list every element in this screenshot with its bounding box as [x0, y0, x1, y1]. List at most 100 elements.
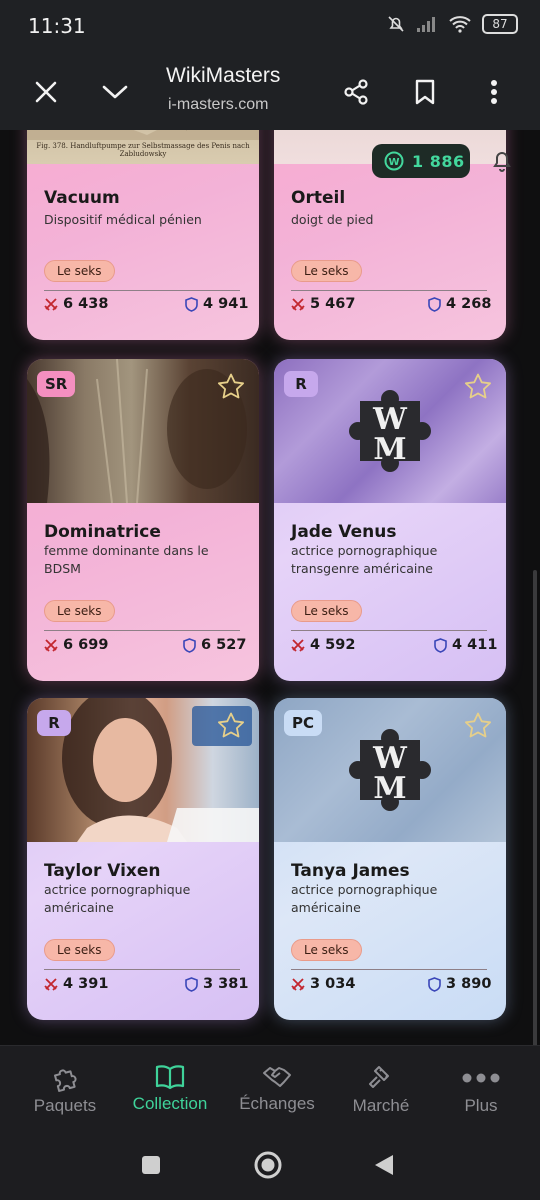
star-icon — [465, 712, 491, 738]
defense-stat: 4 411 — [434, 637, 497, 653]
shield-icon — [183, 637, 196, 653]
shield-icon — [434, 637, 447, 653]
card-divider — [44, 630, 240, 631]
defense-value: 4 411 — [452, 637, 498, 653]
shield-icon — [185, 976, 198, 992]
favorite-button[interactable] — [464, 373, 492, 405]
favorite-button[interactable] — [464, 712, 492, 744]
category-tag[interactable]: Le seks — [44, 939, 115, 961]
defense-value: 4 941 — [203, 296, 249, 312]
card-divider — [291, 969, 487, 970]
nav-item-paquets[interactable]: Paquets — [26, 1046, 104, 1134]
muted-bell-icon — [388, 16, 404, 32]
category-tag[interactable]: Le seks — [291, 260, 362, 282]
book-icon — [155, 1065, 185, 1090]
swords-icon — [44, 298, 58, 311]
card-divider — [44, 290, 240, 291]
favorite-button[interactable] — [217, 373, 245, 405]
attack-stat: 6 438 — [44, 296, 108, 312]
home-icon[interactable] — [254, 1151, 282, 1179]
card-description: actrice pornographique transgenre améric… — [291, 543, 438, 576]
rarity-badge: SR — [37, 371, 76, 397]
back-icon[interactable] — [373, 1153, 395, 1177]
nav-item-plus[interactable]: Plus — [450, 1046, 512, 1134]
attack-value: 4 391 — [63, 976, 109, 992]
swords-icon — [44, 639, 58, 652]
defense-value: 3 381 — [203, 976, 249, 992]
nav-item-collection[interactable]: Collection — [124, 1046, 216, 1134]
collection-card[interactable]: W M R Jade Venus actrice pornographique … — [274, 359, 506, 681]
nav-label: Paquets — [33, 1096, 97, 1115]
card-description: actrice pornographique américaine — [44, 882, 191, 915]
category-tag[interactable]: Le seks — [291, 939, 362, 961]
attack-value: 4 592 — [310, 637, 356, 653]
swords-icon — [44, 978, 58, 991]
bottom-navigation: Paquets Collection Échanges Marché Plus — [0, 1045, 540, 1133]
close-button[interactable] — [24, 70, 68, 114]
status-time: 11:31 — [28, 14, 86, 38]
star-icon — [465, 373, 491, 399]
rarity-badge: R — [37, 710, 71, 736]
category-tag[interactable]: Le seks — [44, 600, 115, 622]
category-tag[interactable]: Le seks — [44, 260, 115, 282]
star-icon — [218, 373, 244, 399]
collection-card[interactable]: R Taylor Vixen actrice pornographique am… — [27, 698, 259, 1020]
bookmark-icon — [415, 79, 435, 105]
attack-value: 6 438 — [63, 296, 109, 312]
category-tag[interactable]: Le seks — [291, 600, 362, 622]
notifications-button[interactable] — [490, 148, 514, 179]
share-icon — [344, 79, 368, 105]
defense-value: 3 890 — [446, 976, 492, 992]
swords-icon — [291, 639, 305, 652]
wallet-balance[interactable]: W 1 886 — [372, 144, 470, 178]
close-icon — [35, 81, 57, 103]
card-name: Vacuum — [44, 188, 120, 208]
card-description: Dispositif médical pénien — [44, 212, 202, 227]
scrollbar[interactable] — [533, 570, 537, 1045]
nav-item-marche[interactable]: Marché — [344, 1046, 418, 1134]
card-name: Orteil — [291, 188, 346, 208]
card-divider — [291, 290, 487, 291]
favorite-button[interactable] — [217, 712, 245, 744]
attack-stat: 4 391 — [44, 976, 108, 992]
bookmark-button[interactable] — [403, 70, 447, 114]
card-collection-view[interactable]: Fig. 378. Handluftpumpe zur Selbstmassag… — [0, 130, 540, 1045]
more-vertical-icon — [491, 80, 497, 104]
svg-text:W: W — [388, 157, 399, 168]
browser-toolbar: WikiMasters i-masters.com — [0, 52, 540, 130]
defense-value: 6 527 — [201, 637, 247, 653]
shield-icon — [428, 976, 441, 992]
defense-stat: 6 527 — [183, 637, 246, 653]
share-button[interactable] — [334, 70, 378, 114]
nav-label: Marché — [352, 1096, 410, 1115]
w-coin-icon: W — [384, 151, 404, 171]
collection-card[interactable]: SR Dominatrice femme dominante dans le B… — [27, 359, 259, 681]
collapse-button[interactable] — [93, 70, 137, 114]
site-title: WikiMasters — [166, 64, 281, 87]
swords-icon — [291, 298, 305, 311]
wallet-amount: 1 886 — [412, 151, 465, 171]
svg-text:M: M — [373, 771, 406, 806]
nav-label: Échanges — [239, 1094, 315, 1113]
system-navigation-bar — [0, 1133, 540, 1200]
status-icons: 87 — [386, 14, 518, 34]
gavel-icon — [369, 1066, 389, 1088]
collection-card[interactable]: W M PC Tanya James actrice pornographiqu… — [274, 698, 506, 1020]
image-caption: Fig. 378. Handluftpumpe zur Selbstmassag… — [36, 142, 250, 158]
defense-stat: 3 381 — [185, 976, 248, 992]
handshake-icon — [263, 1067, 291, 1087]
attack-stat: 5 467 — [291, 296, 355, 312]
attack-value: 6 699 — [63, 637, 109, 653]
nav-item-echanges[interactable]: Échanges — [232, 1046, 322, 1134]
status-bar: 11:31 87 — [0, 0, 540, 52]
attack-stat: 4 592 — [291, 637, 355, 653]
nav-label: Plus — [464, 1096, 498, 1115]
recents-icon[interactable] — [141, 1155, 161, 1175]
rarity-badge: R — [284, 371, 318, 397]
swords-icon — [291, 978, 305, 991]
battery-indicator: 87 — [482, 14, 518, 34]
overflow-menu-button[interactable] — [472, 70, 516, 114]
defense-stat: 4 941 — [185, 296, 248, 312]
attack-value: 5 467 — [310, 296, 356, 312]
collection-card[interactable]: Fig. 378. Handluftpumpe zur Selbstmassag… — [27, 130, 259, 340]
